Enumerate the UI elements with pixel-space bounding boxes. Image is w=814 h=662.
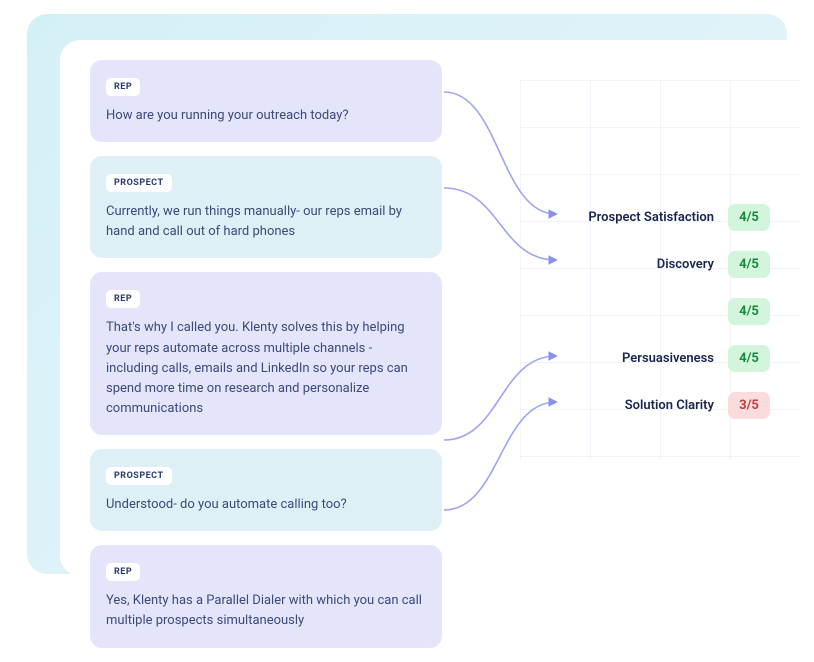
role-tag: PROSPECT (106, 467, 172, 485)
chat-text: Currently, we run things manually- our r… (106, 202, 426, 242)
chat-bubble-rep: REP That's why I called you. Klenty solv… (90, 272, 442, 435)
chat-text: Understood- do you automate calling too? (106, 495, 426, 515)
chat-column: REP How are you running your outreach to… (90, 60, 442, 662)
metric-row: Discovery 4/5 (540, 241, 770, 288)
role-tag: REP (106, 78, 140, 96)
metric-label: Discovery (657, 257, 714, 272)
chat-bubble-prospect: PROSPECT Currently, we run things manual… (90, 156, 442, 258)
metric-row: Solution Clarity 3/5 (540, 382, 770, 429)
metric-score: 3/5 (728, 392, 770, 419)
metric-score: 4/5 (728, 251, 770, 278)
role-tag: REP (106, 290, 140, 308)
chat-bubble-prospect: PROSPECT Understood- do you automate cal… (90, 449, 442, 531)
metric-label: Prospect Satisfaction (588, 210, 714, 225)
metric-row: 4/5 (540, 288, 770, 335)
chat-bubble-rep: REP How are you running your outreach to… (90, 60, 442, 142)
metrics-column: Prospect Satisfaction 4/5 Discovery 4/5 … (540, 100, 770, 429)
role-tag: REP (106, 563, 140, 581)
metric-row: Prospect Satisfaction 4/5 (540, 194, 770, 241)
chat-text: Yes, Klenty has a Parallel Dialer with w… (106, 591, 426, 631)
metric-score: 4/5 (728, 298, 770, 325)
chat-bubble-rep: REP Yes, Klenty has a Parallel Dialer wi… (90, 545, 442, 647)
chat-text: That's why I called you. Klenty solves t… (106, 318, 426, 419)
role-tag: PROSPECT (106, 174, 172, 192)
metric-score: 4/5 (728, 204, 770, 231)
chat-text: How are you running your outreach today? (106, 106, 426, 126)
metric-label: Persuasiveness (622, 351, 714, 366)
metric-score: 4/5 (728, 345, 770, 372)
metric-label: Solution Clarity (625, 398, 714, 413)
metric-row: Persuasiveness 4/5 (540, 335, 770, 382)
